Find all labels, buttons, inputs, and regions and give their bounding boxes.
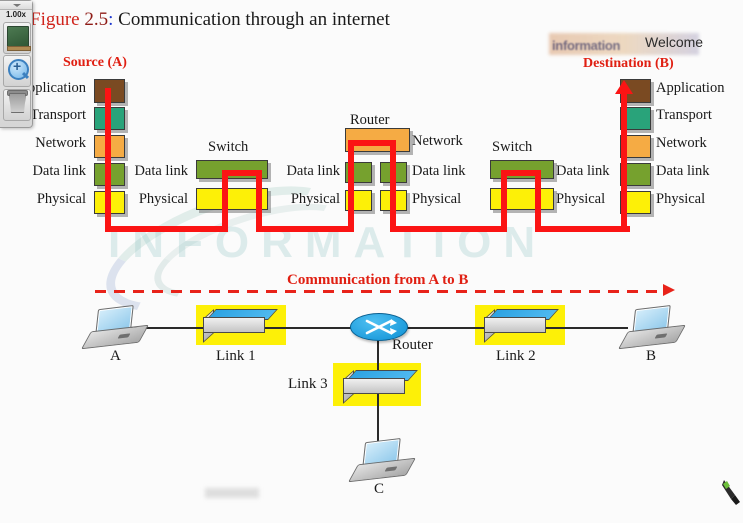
destination-heading: Destination (B) [583, 56, 674, 71]
figure-canvas: INFORMATION information Figure 2.5: Comm… [0, 0, 743, 523]
switch-icon-link3 [343, 370, 418, 404]
switch1-title: Switch [208, 139, 249, 155]
zoom-level-indicator: 1.00x [5, 10, 27, 19]
dest-label-physical: Physical [656, 191, 706, 207]
path-dest-up [621, 92, 627, 232]
path-switch2-down [535, 170, 541, 232]
path-run-1 [105, 226, 228, 232]
switch2-label-datalink: Data link [556, 163, 610, 179]
laptop-b [618, 304, 686, 350]
dest-label-transport: Transport [656, 107, 712, 123]
laptop-c [348, 437, 416, 483]
laptop-base-icon [618, 324, 686, 350]
switch2-title: Switch [492, 139, 533, 155]
router-node-label: Router [392, 337, 433, 353]
path-router-top [348, 140, 396, 146]
welcome-label: Welcome [645, 34, 704, 50]
path-switch2-up [501, 170, 507, 232]
switch-front-icon [484, 317, 546, 333]
switch2-label-physical: Physical [556, 191, 606, 207]
path-run-4 [535, 226, 630, 232]
router-label-datalink: Data link [412, 163, 466, 179]
switch-front-icon [343, 378, 405, 394]
source-label-physical: Physical [36, 191, 86, 207]
path-run-2 [256, 226, 352, 232]
path-switch1-down [256, 170, 262, 232]
flow-dashed-line [95, 290, 665, 293]
laptop-base-icon [348, 457, 416, 483]
magnifier-plus-icon [8, 58, 29, 80]
router-label-network: Network [412, 133, 463, 149]
link3-label: Link 3 [288, 376, 328, 392]
path-switch1-up [222, 170, 228, 232]
caption-colon: : [108, 9, 114, 30]
router-label-physical: Physical [412, 191, 462, 207]
path-run-3 [390, 226, 507, 232]
dest-label-datalink: Data link [656, 163, 710, 179]
link1-label: Link 1 [216, 348, 256, 364]
switch2-box-physical [490, 188, 554, 210]
source-heading: Source (A) [63, 55, 127, 70]
source-label-network: Network [35, 135, 86, 151]
caption-number: 2.5 [84, 9, 109, 30]
laptop-a [81, 304, 149, 350]
node-label-c: C [374, 481, 385, 497]
laptop-base-icon [81, 324, 149, 350]
source-label-datalink: Data link [32, 163, 86, 179]
path-router-up [348, 140, 354, 232]
trash-icon [9, 93, 26, 113]
node-label-a: A [110, 348, 121, 364]
switch-front-icon [203, 317, 265, 333]
pen-cursor-icon [722, 480, 740, 505]
switch-icon-link1 [203, 309, 278, 343]
annotation-toolbar[interactable]: 1.00x [0, 0, 33, 128]
chalkboard-icon [7, 26, 31, 51]
caption-text: Communication through an internet [118, 9, 390, 30]
router-title: Router [350, 112, 390, 128]
node-label-b: B [646, 348, 657, 364]
zoom-in-button[interactable] [3, 55, 31, 87]
switch1-label-physical: Physical [138, 191, 188, 207]
path-arrowhead-up [615, 80, 633, 94]
path-source-down [105, 88, 111, 232]
watermark-bottom-smudge [205, 488, 259, 498]
flow-label: Communication from A to B [287, 272, 469, 288]
flow-arrowhead [663, 284, 675, 296]
whiteboard-button[interactable] [3, 22, 31, 54]
trash-button[interactable] [3, 89, 31, 121]
router-leftlabel-physical: Physical [290, 191, 340, 207]
link2-label: Link 2 [496, 348, 536, 364]
switch-icon-link2 [484, 309, 559, 343]
dest-label-application: Application [656, 80, 725, 96]
switch1-label-datalink: Data link [134, 163, 188, 179]
router-leftlabel-datalink: Data link [286, 163, 340, 179]
caption-prefix: Figure [30, 9, 80, 30]
page-title: Figure 2.5: Communication through an int… [30, 9, 390, 31]
path-router-down [390, 140, 396, 232]
dest-label-network: Network [656, 135, 707, 151]
